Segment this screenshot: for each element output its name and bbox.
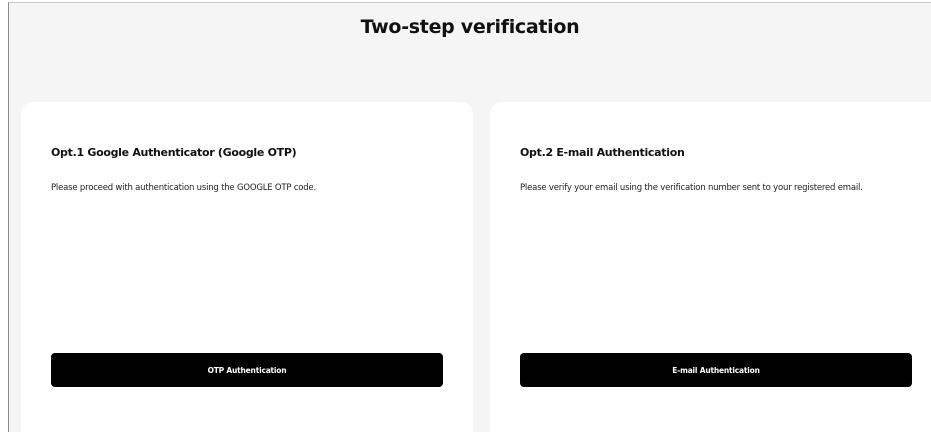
otp-authentication-button[interactable]: OTP Authentication <box>51 353 443 387</box>
verification-page: Two-step verification Opt.1 Google Authe… <box>8 2 931 442</box>
email-authentication-button[interactable]: E-mail Authentication <box>520 353 912 387</box>
google-otp-option-card: Opt.1 Google Authenticator (Google OTP) … <box>21 102 473 442</box>
email-option-title: Opt.2 E-mail Authentication <box>520 146 685 159</box>
google-otp-option-title: Opt.1 Google Authenticator (Google OTP) <box>51 146 297 159</box>
email-authentication-button-label: E-mail Authentication <box>672 365 760 375</box>
otp-authentication-button-label: OTP Authentication <box>207 365 287 375</box>
google-otp-option-description: Please proceed with authentication using… <box>51 183 317 193</box>
email-option-description: Please verify your email using the verif… <box>520 183 863 193</box>
page-title: Two-step verification <box>360 16 580 38</box>
email-option-card: Opt.2 E-mail Authentication Please verif… <box>490 102 931 442</box>
